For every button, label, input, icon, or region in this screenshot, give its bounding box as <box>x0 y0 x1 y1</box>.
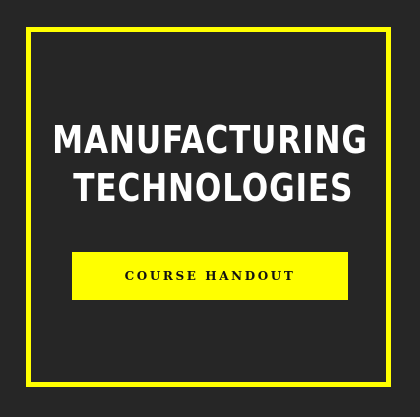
title-line-2: TECHNOLOGIES <box>73 166 354 210</box>
course-handout-label: COURSE HANDOUT <box>124 269 296 283</box>
course-handout-badge: COURSE HANDOUT <box>72 252 348 300</box>
page-title: MANUFACTURING TECHNOLOGIES <box>38 116 382 212</box>
title-line-1: MANUFACTURING <box>52 118 368 162</box>
